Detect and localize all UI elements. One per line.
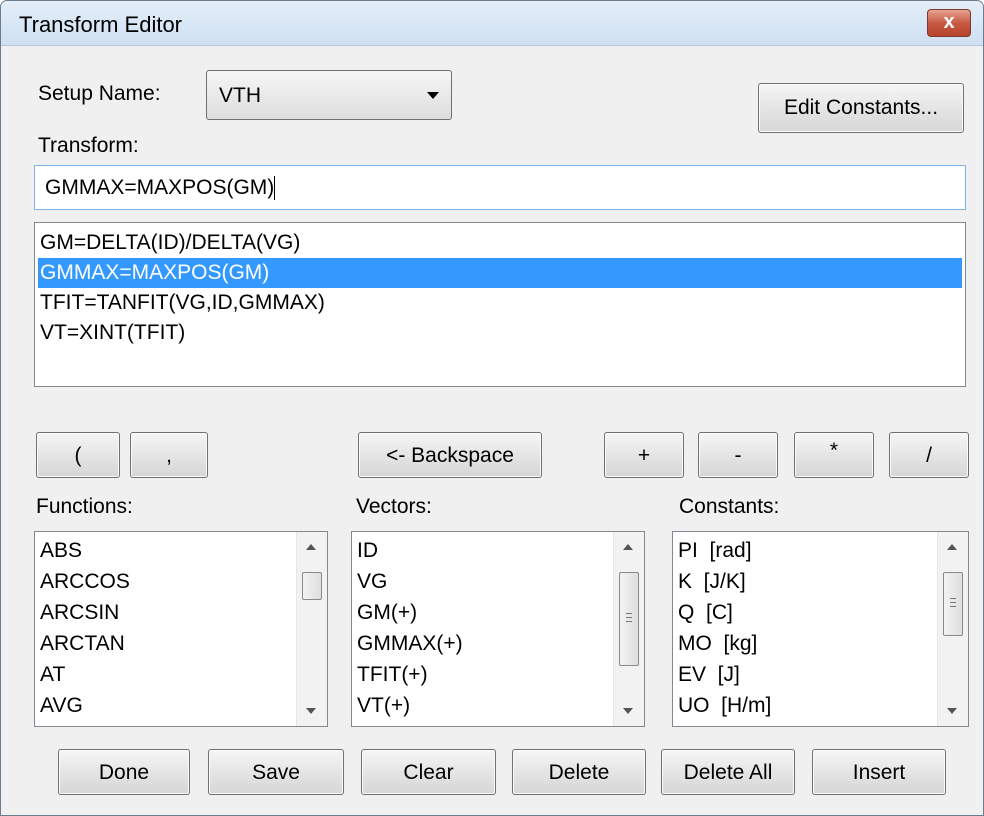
text-caret	[274, 176, 276, 201]
constants-list-item[interactable]: K [J/K]	[676, 567, 746, 597]
functions-list-item[interactable]: ARCSIN	[38, 598, 119, 628]
functions-scrollbar[interactable]	[296, 532, 327, 726]
backspace-button[interactable]: <- Backspace	[358, 432, 542, 478]
transform-list[interactable]: GM=DELTA(ID)/DELTA(VG) GMMAX=MAXPOS(GM) …	[34, 222, 966, 387]
save-button[interactable]: Save	[208, 749, 344, 795]
close-button[interactable]: x	[927, 9, 971, 37]
constants-list-item[interactable]: EV [J]	[676, 660, 740, 690]
transform-list-item[interactable]: VT=XINT(TFIT)	[38, 318, 962, 348]
scroll-thumb[interactable]	[943, 572, 963, 636]
scroll-up-arrow-icon[interactable]	[947, 544, 957, 550]
constants-list-item[interactable]: MO [kg]	[676, 629, 757, 659]
edit-constants-button[interactable]: Edit Constants...	[758, 83, 964, 133]
clear-button[interactable]: Clear	[361, 749, 496, 795]
scroll-thumb[interactable]	[302, 572, 322, 600]
vectors-list-item[interactable]: VT(+)	[355, 691, 410, 721]
transform-input-value: GMMAX=MAXPOS(GM)	[45, 176, 275, 199]
scroll-down-arrow-icon[interactable]	[306, 708, 316, 714]
functions-label: Functions:	[36, 495, 133, 518]
constants-list-item[interactable]: Q [C]	[676, 598, 733, 628]
grip-line	[626, 621, 632, 622]
transform-input[interactable]: GMMAX=MAXPOS(GM)	[34, 165, 966, 210]
delete-all-button[interactable]: Delete All	[661, 749, 795, 795]
comma-button[interactable]: ,	[130, 432, 208, 478]
vectors-list[interactable]: ID VG GM(+) GMMAX(+) TFIT(+) VT(+)	[351, 531, 645, 727]
functions-list-item[interactable]: ARCCOS	[38, 567, 130, 597]
grip-line	[950, 602, 956, 603]
chevron-down-icon	[427, 92, 439, 99]
transform-editor-window: Transform Editor x Setup Name: VTH Edit …	[0, 0, 984, 816]
vectors-list-item[interactable]: ID	[355, 536, 378, 566]
vectors-label: Vectors:	[356, 495, 432, 518]
setup-name-label: Setup Name:	[38, 82, 161, 105]
grip-line	[626, 617, 632, 618]
multiply-button[interactable]: *	[794, 432, 874, 478]
title-bar: Transform Editor x	[1, 1, 983, 46]
grip-line	[950, 606, 956, 607]
functions-list-item[interactable]: ARCTAN	[38, 629, 125, 659]
constants-list-item[interactable]: UO [H/m]	[676, 691, 771, 721]
functions-list-item[interactable]: ABS	[38, 536, 82, 566]
insert-button[interactable]: Insert	[812, 749, 946, 795]
open-paren-button[interactable]: (	[36, 432, 120, 478]
scroll-up-arrow-icon[interactable]	[306, 544, 316, 550]
scroll-up-arrow-icon[interactable]	[623, 544, 633, 550]
functions-list-item[interactable]: AVG	[38, 691, 83, 721]
done-button[interactable]: Done	[58, 749, 190, 795]
grip-line	[626, 613, 632, 614]
plus-button[interactable]: +	[604, 432, 684, 478]
transform-label: Transform:	[38, 134, 139, 157]
scroll-thumb[interactable]	[619, 572, 639, 666]
grip-line	[950, 598, 956, 599]
delete-button[interactable]: Delete	[512, 749, 646, 795]
vectors-scrollbar[interactable]	[613, 532, 644, 726]
functions-list[interactable]: ABS ARCCOS ARCSIN ARCTAN AT AVG	[34, 531, 328, 727]
vectors-list-item[interactable]: GMMAX(+)	[355, 629, 463, 659]
scroll-down-arrow-icon[interactable]	[623, 708, 633, 714]
constants-list[interactable]: PI [rad] K [J/K] Q [C] MO [kg] EV [J] UO…	[672, 531, 969, 727]
setup-name-dropdown[interactable]: VTH	[206, 70, 452, 120]
vectors-list-item[interactable]: GM(+)	[355, 598, 417, 628]
minus-button[interactable]: -	[698, 432, 778, 478]
functions-list-item[interactable]: AT	[38, 660, 65, 690]
transform-list-item[interactable]: GM=DELTA(ID)/DELTA(VG)	[38, 228, 962, 258]
divide-button[interactable]: /	[889, 432, 969, 478]
vectors-list-item[interactable]: VG	[355, 567, 387, 597]
constants-list-item[interactable]: PI [rad]	[676, 536, 752, 566]
setup-name-value: VTH	[219, 84, 261, 107]
vectors-list-item[interactable]: TFIT(+)	[355, 660, 428, 690]
scroll-down-arrow-icon[interactable]	[947, 708, 957, 714]
constants-label: Constants:	[679, 495, 780, 518]
transform-list-item-selected[interactable]: GMMAX=MAXPOS(GM)	[38, 258, 962, 288]
window-title: Transform Editor	[19, 12, 183, 37]
constants-scrollbar[interactable]	[937, 532, 968, 726]
transform-list-item[interactable]: TFIT=TANFIT(VG,ID,GMMAX)	[38, 288, 962, 318]
